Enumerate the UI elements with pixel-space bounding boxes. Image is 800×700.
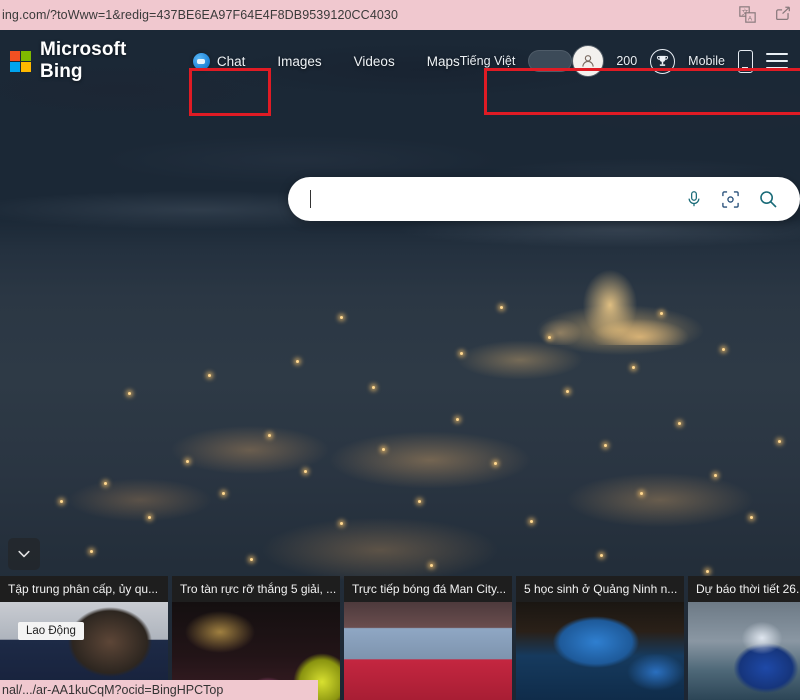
microphone-icon[interactable] [685,190,703,208]
rewards-points: 200 [616,54,638,68]
search-box[interactable] [288,177,800,221]
language-selector[interactable]: Tiếng Việt [460,54,516,68]
mobile-label[interactable]: Mobile [688,54,725,68]
news-card[interactable]: Trực tiếp bóng đá Man City... [344,576,512,700]
nav-label-images: Images [277,53,322,69]
main-navigation: Chat Images Videos Maps [192,52,460,70]
news-card-title: Tro tàn rực rỡ thắng 5 giải, ... [172,576,340,602]
nav-item-maps[interactable]: Maps [427,54,460,69]
news-card-title: Dự báo thời tiết 26... [688,576,800,602]
visual-search-camera-icon[interactable] [721,190,740,209]
nav-item-videos[interactable]: Videos [354,54,395,69]
text-cursor [310,190,311,208]
hamburger-menu-icon[interactable] [766,53,788,69]
bing-homepage: Microsoft Bing Chat Images Videos Maps T… [0,30,800,700]
chat-bubble-icon [192,52,210,70]
news-source-badge: Lao Động [18,622,84,640]
search-magnifier-icon[interactable] [758,189,778,209]
status-bar-url: nal/.../ar-AA1kuCqM?ocid=BingHPCTop [2,683,224,697]
account-pill-toggle[interactable] [528,50,573,72]
bing-header: Microsoft Bing Chat Images Videos Maps T… [0,30,800,92]
url-text: ing.com/?toWww=1&redig=437BE6EA97F64E4F8… [2,8,399,22]
rewards-trophy-icon[interactable] [650,48,676,74]
share-icon[interactable] [772,3,794,25]
news-card-title: Tập trung phân cấp, ủy qu... [0,576,168,602]
news-card[interactable]: Dự báo thời tiết 26... [688,576,800,700]
chevron-down-icon[interactable] [8,538,40,570]
mobile-phone-icon[interactable] [738,49,753,73]
news-card-title: Trực tiếp bóng đá Man City... [344,576,512,602]
search-input[interactable] [288,191,685,207]
nav-item-images[interactable]: Images [277,54,321,69]
browser-url-bar[interactable]: ing.com/?toWww=1&redig=437BE6EA97F64E4F8… [0,0,800,30]
bing-logo[interactable]: Microsoft Bing [10,39,137,83]
avatar[interactable] [573,46,604,76]
header-right-cluster: Tiếng Việt 200 Mobile [460,46,800,76]
nav-label-maps: Maps [426,53,460,69]
news-card-title: 5 học sinh ở Quảng Ninh n... [516,576,684,602]
news-card-image [344,602,512,700]
news-card-image [516,602,684,700]
svg-text:A: A [747,15,752,22]
translate-icon[interactable]: 文 A [736,3,758,25]
nav-item-chat[interactable]: Chat [192,52,246,70]
news-card[interactable]: 5 học sinh ở Quảng Ninh n... [516,576,684,700]
nav-label-chat: Chat [216,53,246,69]
browser-toolbar-icons: 文 A [736,3,794,25]
brand-title: Microsoft Bing [40,39,127,82]
status-bar-link-preview: nal/.../ar-AA1kuCqM?ocid=BingHPCTop [0,680,318,700]
nav-label-videos: Videos [353,53,395,69]
news-card-image [688,602,800,700]
search-actions [685,189,800,209]
microsoft-logo-icon [10,50,31,72]
